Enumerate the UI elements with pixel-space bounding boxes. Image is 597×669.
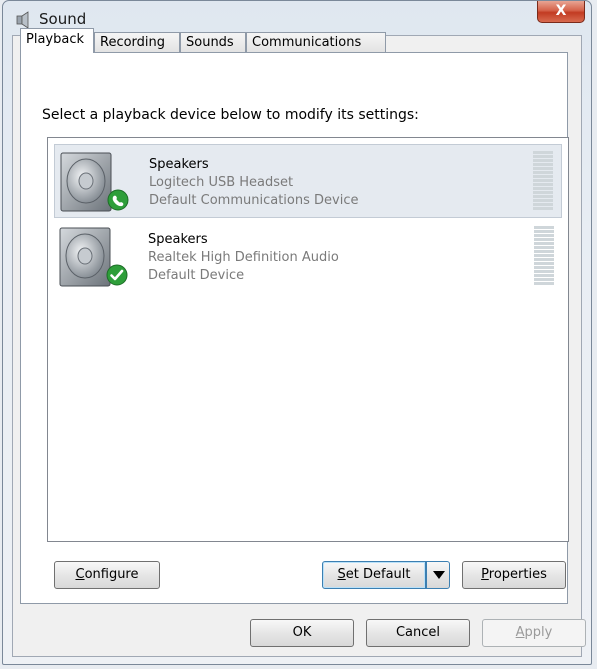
- accel-key: P: [481, 567, 489, 582]
- volume-meter: [534, 226, 554, 290]
- tab-playback-label: Playback: [26, 32, 85, 47]
- device-status: Default Device: [148, 268, 245, 283]
- button-label: pply: [524, 625, 553, 640]
- device-description: Logitech USB Headset: [149, 175, 294, 190]
- tab-recording-label: Recording: [100, 35, 166, 50]
- device-status: Default Communications Device: [149, 193, 359, 208]
- ok-button[interactable]: OK: [250, 619, 354, 647]
- button-label: et Default: [345, 567, 411, 582]
- set-default-dropdown-button[interactable]: [426, 561, 450, 589]
- button-label: OK: [292, 625, 312, 640]
- tab-sounds-label: Sounds: [186, 35, 234, 50]
- device-list[interactable]: Speakers Logitech USB Headset Default Co…: [47, 137, 569, 542]
- speaker-app-icon: [16, 11, 29, 29]
- close-icon: X: [555, 3, 567, 19]
- apply-button[interactable]: Apply: [482, 619, 586, 647]
- tab-communications-label: Communications: [252, 35, 362, 50]
- chevron-down-icon: [433, 571, 445, 579]
- window-title: Sound: [39, 10, 87, 28]
- button-label: roperties: [488, 567, 547, 582]
- accel-key: S: [337, 567, 346, 582]
- properties-button[interactable]: Properties: [462, 561, 566, 589]
- device-name: Speakers: [148, 232, 208, 247]
- device-description: Realtek High Definition Audio: [148, 250, 339, 265]
- accel-key: A: [515, 625, 525, 640]
- button-label: onfigure: [84, 567, 139, 582]
- tab-communications[interactable]: Communications: [246, 32, 386, 52]
- tab-playback[interactable]: Playback: [20, 28, 94, 53]
- device-item-realtek[interactable]: Speakers Realtek High Definition Audio D…: [54, 220, 562, 294]
- volume-meter: [533, 151, 553, 215]
- cancel-button[interactable]: Cancel: [366, 619, 470, 647]
- device-item-logitech[interactable]: Speakers Logitech USB Headset Default Co…: [54, 144, 562, 218]
- tab-recording[interactable]: Recording: [94, 32, 180, 52]
- instruction-text: Select a playback device below to modify…: [42, 107, 419, 123]
- configure-button[interactable]: Configure: [54, 561, 160, 589]
- tab-sounds[interactable]: Sounds: [180, 32, 246, 52]
- accel-key: C: [75, 567, 85, 582]
- phone-icon: [107, 189, 129, 211]
- close-button[interactable]: X: [537, 1, 585, 23]
- set-default-button[interactable]: Set Default: [322, 561, 426, 589]
- device-name: Speakers: [149, 157, 209, 172]
- button-label: Cancel: [395, 625, 441, 640]
- checkmark-icon: [106, 264, 128, 286]
